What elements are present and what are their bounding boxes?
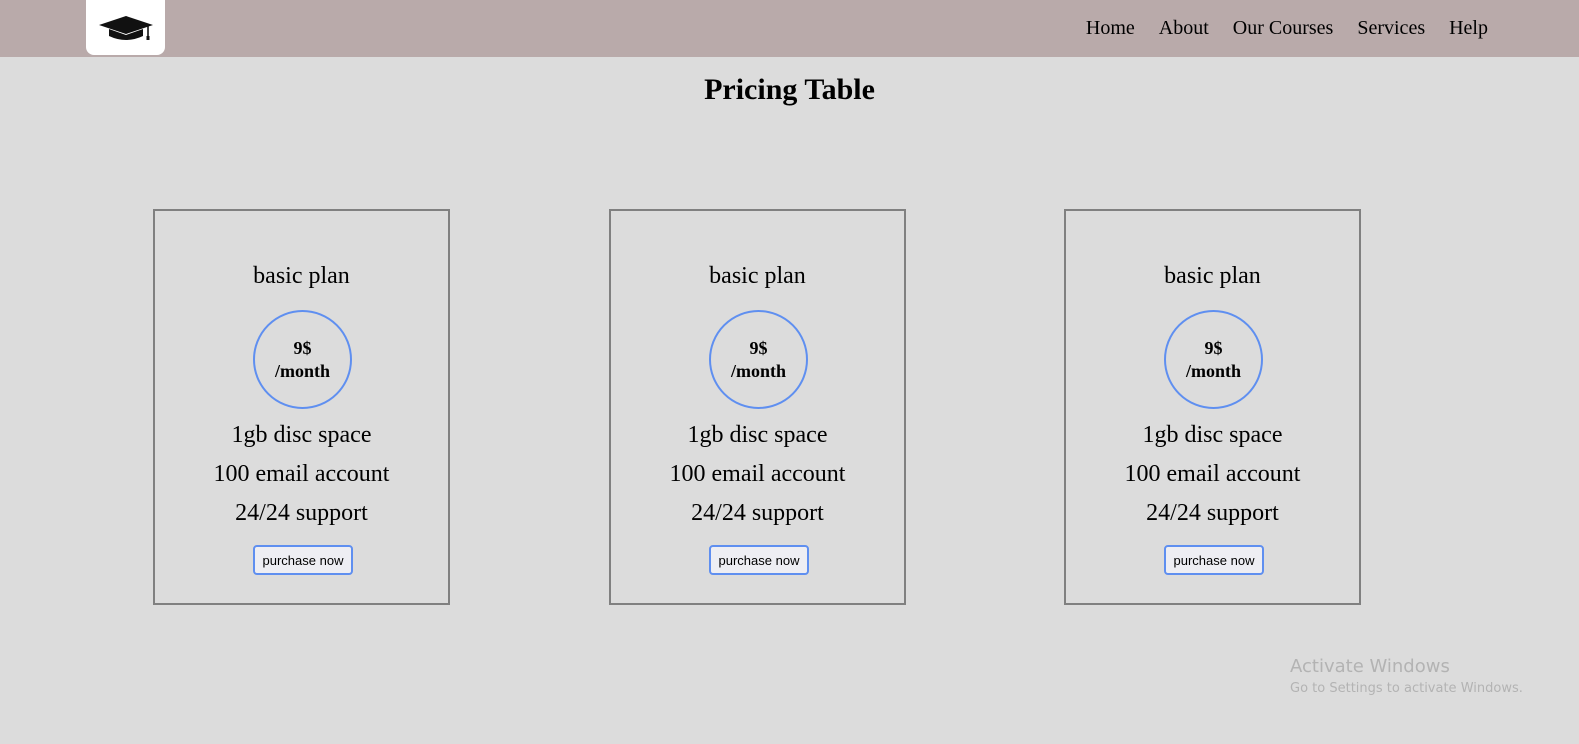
- purchase-now-button[interactable]: purchase now: [1164, 545, 1264, 575]
- plan-name: basic plan: [1164, 263, 1261, 289]
- nav-our-courses[interactable]: Our Courses: [1233, 17, 1334, 40]
- feature-item: 24/24 support: [691, 500, 824, 526]
- price-amount: 9$: [1204, 337, 1223, 358]
- purchase-now-button[interactable]: purchase now: [709, 545, 809, 575]
- feature-item: 100 email account: [669, 461, 846, 487]
- price-period: /month: [1185, 360, 1241, 381]
- feature-item: 100 email account: [1124, 461, 1301, 487]
- feature-item: 1gb disc space: [1142, 422, 1283, 448]
- logo[interactable]: [86, 0, 165, 55]
- nav-about[interactable]: About: [1159, 17, 1209, 40]
- graduation-cap-icon: [97, 14, 155, 42]
- feature-item: 24/24 support: [235, 500, 368, 526]
- top-navbar: Home About Our Courses Services Help: [0, 0, 1579, 57]
- feature-list: 1gb disc space 100 email account 24/24 s…: [1066, 416, 1359, 533]
- price-period: /month: [730, 360, 786, 381]
- watermark-subtitle: Go to Settings to activate Windows.: [1290, 681, 1523, 696]
- feature-item: 24/24 support: [1146, 500, 1279, 526]
- feature-list: 1gb disc space 100 email account 24/24 s…: [155, 416, 448, 533]
- price-amount: 9$: [293, 337, 312, 358]
- purchase-now-button[interactable]: purchase now: [253, 545, 353, 575]
- nav-home[interactable]: Home: [1086, 17, 1135, 40]
- main-nav: Home About Our Courses Services Help: [1086, 0, 1488, 57]
- nav-services[interactable]: Services: [1357, 17, 1425, 40]
- feature-item: 100 email account: [213, 461, 390, 487]
- plan-name: basic plan: [709, 263, 806, 289]
- price-period: /month: [274, 360, 330, 381]
- price-amount: 9$: [749, 337, 768, 358]
- price-badge: 9$ /month: [1164, 310, 1263, 409]
- pricing-card: basic plan 9$ /month 1gb disc space 100 …: [609, 209, 906, 605]
- pricing-card: basic plan 9$ /month 1gb disc space 100 …: [1064, 209, 1361, 605]
- feature-item: 1gb disc space: [231, 422, 372, 448]
- feature-list: 1gb disc space 100 email account 24/24 s…: [611, 416, 904, 533]
- activate-windows-watermark: Activate Windows Go to Settings to activ…: [1290, 655, 1523, 699]
- nav-help[interactable]: Help: [1449, 17, 1488, 40]
- price-badge: 9$ /month: [253, 310, 352, 409]
- plan-name: basic plan: [253, 263, 350, 289]
- price-badge: 9$ /month: [709, 310, 808, 409]
- page-title: Pricing Table: [704, 73, 875, 106]
- watermark-title: Activate Windows: [1290, 656, 1450, 677]
- pricing-card: basic plan 9$ /month 1gb disc space 100 …: [153, 209, 450, 605]
- feature-item: 1gb disc space: [687, 422, 828, 448]
